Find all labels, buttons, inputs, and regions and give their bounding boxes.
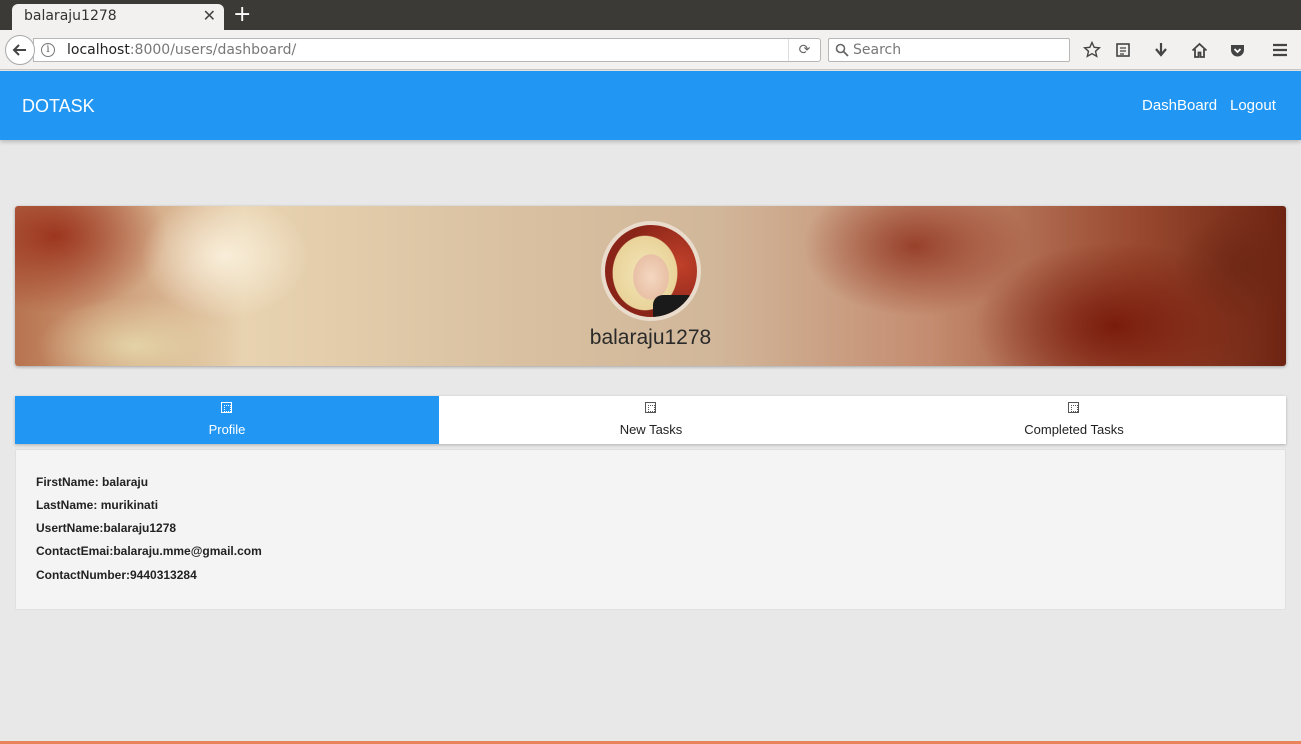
browser-navbar: i localhost:8000/users/dashboard/ ⟳ Sear… <box>0 30 1301 70</box>
info-first-name: FirstName: balaraju <box>36 475 149 489</box>
info-contact-number: ContactNumber:9440313284 <box>36 568 197 582</box>
browser-tab-title: balaraju1278 <box>24 8 117 24</box>
profile-username: balaraju1278 <box>589 326 712 349</box>
search-icon <box>835 43 849 57</box>
completed-tasks-tab-icon <box>1068 402 1079 413</box>
profile-banner: balaraju1278 <box>15 206 1286 366</box>
back-button[interactable] <box>5 35 35 65</box>
profile-tab-icon <box>221 402 232 413</box>
tab-label: Profile <box>208 422 246 437</box>
app-header: DOTASK DashBoard Logout <box>0 71 1301 140</box>
browser-tabbar: balaraju1278 ✕ + <box>0 0 1301 30</box>
url-host: localhost <box>67 42 130 58</box>
browser-tab[interactable]: balaraju1278 ✕ <box>12 4 224 30</box>
nav-dashboard-link[interactable]: DashBoard <box>1142 97 1217 114</box>
url-text: localhost:8000/users/dashboard/ <box>67 42 296 58</box>
menu-icon[interactable] <box>1270 40 1290 60</box>
new-tasks-tab-icon <box>645 402 656 413</box>
search-bar[interactable]: Search <box>828 38 1070 62</box>
tab-profile[interactable]: Profile <box>15 396 439 444</box>
tab-new-tasks[interactable]: New Tasks <box>439 396 863 444</box>
download-icon[interactable] <box>1151 40 1171 60</box>
info-last-name: LastName: murikinati <box>36 498 159 512</box>
brand-logo[interactable]: DOTASK <box>22 96 95 117</box>
pocket-icon[interactable] <box>1227 40 1247 60</box>
profile-info-card: FirstName: balaraju LastName: murikinati… <box>15 449 1286 610</box>
tab-label: Completed Tasks <box>1024 422 1124 437</box>
avatar <box>601 221 701 321</box>
tab-completed-tasks[interactable]: Completed Tasks <box>862 396 1286 444</box>
url-path: :8000/users/dashboard/ <box>129 42 297 58</box>
back-arrow-icon <box>12 44 26 56</box>
bookmark-star-icon[interactable] <box>1082 40 1102 60</box>
tab-label: New Tasks <box>619 422 683 437</box>
home-icon[interactable] <box>1189 40 1209 60</box>
nav-logout-link[interactable]: Logout <box>1230 97 1276 114</box>
search-placeholder: Search <box>853 42 902 58</box>
info-icon[interactable]: i <box>41 43 55 57</box>
close-tab-icon[interactable]: ✕ <box>203 6 216 25</box>
url-bar[interactable]: i localhost:8000/users/dashboard/ ⟳ <box>33 38 821 62</box>
info-username: UsertName:balaraju1278 <box>36 521 177 535</box>
reading-list-icon[interactable] <box>1113 40 1133 60</box>
profile-tabs: Profile New Tasks Completed Tasks <box>15 396 1286 444</box>
new-tab-icon[interactable]: + <box>233 2 251 28</box>
reload-icon[interactable]: ⟳ <box>788 39 820 61</box>
info-email: ContactEmai:balaraju.mme@gmail.com <box>36 544 262 558</box>
avatar-shoulder <box>653 295 697 317</box>
